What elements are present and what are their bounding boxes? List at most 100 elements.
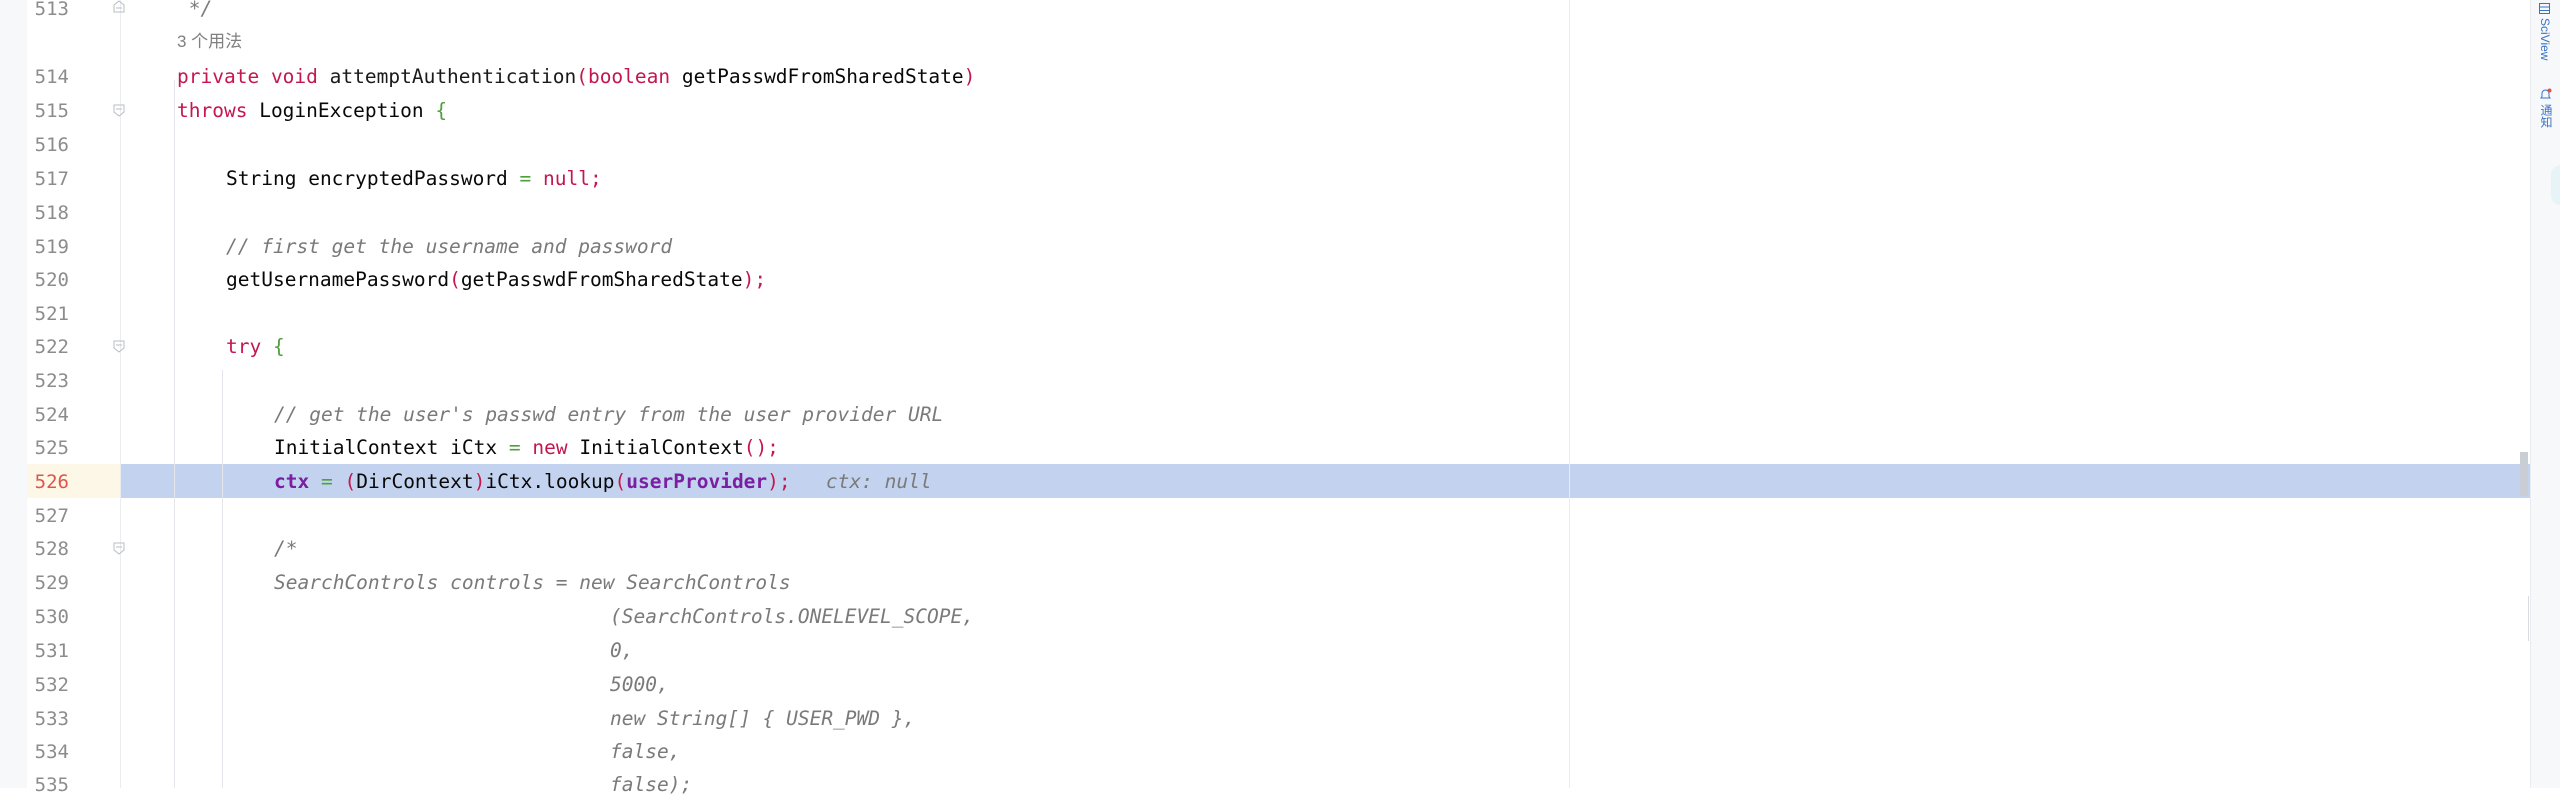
paren: ( <box>576 65 588 88</box>
line-number: 534 <box>34 741 69 763</box>
comment-text: // first get the username and password <box>226 235 673 258</box>
scrollbar-thumb[interactable] <box>2520 452 2528 496</box>
right-margin-guide <box>1569 0 1570 788</box>
code-line-529[interactable]: SearchControls controls = new SearchCont… <box>274 566 791 600</box>
code-line-528[interactable]: /* <box>274 532 297 566</box>
operator: = <box>519 167 532 190</box>
line-number: 522 <box>34 336 69 358</box>
paren: (); <box>743 436 779 459</box>
table-icon[interactable] <box>2539 3 2550 14</box>
line-number: 514 <box>34 66 69 88</box>
line-number: 520 <box>34 269 69 291</box>
paren: ); <box>742 268 767 291</box>
notifications-tab[interactable]: 通知 <box>2538 104 2555 128</box>
debug-inline-value: ctx: null <box>825 470 932 493</box>
gutter-separator <box>120 0 121 788</box>
line-number: 518 <box>34 202 69 224</box>
keyword: try <box>226 335 262 358</box>
line-number: 516 <box>34 134 69 156</box>
code-line-519[interactable]: // first get the username and password <box>226 230 672 264</box>
fold-end-icon[interactable] <box>113 0 125 13</box>
code-line-525[interactable]: InitialContext iCtx = new InitialContext… <box>274 431 779 465</box>
code-line-517[interactable]: String encryptedPassword = null; <box>226 162 602 196</box>
operator: = <box>320 470 333 493</box>
paren: ( <box>449 268 461 291</box>
line-number: 521 <box>34 303 69 325</box>
line-number: 535 <box>34 774 69 796</box>
code-line-530[interactable]: (SearchControls.ONELEVEL_SCOPE, <box>610 600 974 634</box>
bell-icon[interactable] <box>2539 88 2552 101</box>
code-line-535[interactable]: false); <box>610 768 692 802</box>
right-tool-stripe: SciView 通知 <box>2530 0 2560 788</box>
brace: { <box>435 99 448 122</box>
paren: ); <box>767 470 791 493</box>
fold-start-icon[interactable] <box>113 542 125 555</box>
variable: encryptedPassword <box>308 167 508 190</box>
code-line-531[interactable]: 0, <box>610 634 633 668</box>
brace: { <box>272 335 285 358</box>
code-line-532[interactable]: 5000, <box>610 668 669 702</box>
line-number: 532 <box>34 674 69 696</box>
code-line-534[interactable]: false, <box>610 735 680 769</box>
line-number: 523 <box>34 370 69 392</box>
paren: ( <box>344 470 357 493</box>
line-number-current: 526 <box>34 471 69 493</box>
method-name: attemptAuthentication <box>329 65 577 88</box>
parameter: getPasswdFromSharedState <box>681 65 964 88</box>
field: userProvider <box>626 470 768 493</box>
scrollbar-marker <box>2528 596 2529 641</box>
field: ctx <box>274 470 310 493</box>
comment-text: */ <box>177 0 213 20</box>
variable: iCtx <box>450 436 498 459</box>
indent-guide <box>174 80 175 788</box>
line-number: 533 <box>34 708 69 730</box>
line-number: 515 <box>34 100 69 122</box>
operator: = <box>508 436 521 459</box>
line-number: 530 <box>34 606 69 628</box>
paren: ( <box>614 470 627 493</box>
comment-text: // get the user's passwd entry from the … <box>274 403 944 426</box>
code-line-520[interactable]: getUsernamePassword(getPasswdFromSharedS… <box>226 263 766 297</box>
code-line-522[interactable]: try { <box>226 330 285 364</box>
editor-left-strip <box>0 0 27 788</box>
indent-guide <box>222 370 223 788</box>
line-number: 531 <box>34 640 69 662</box>
line-number: 524 <box>34 404 69 426</box>
floating-assistant-button[interactable] <box>2551 165 2560 205</box>
code-line-526[interactable]: ctx = (DirContext)iCtx.lookup(userProvid… <box>274 465 932 499</box>
type-name: String <box>226 167 297 190</box>
keyword: private <box>177 65 260 88</box>
keyword: void <box>270 65 318 88</box>
code-line-524[interactable]: // get the user's passwd entry from the … <box>274 398 943 432</box>
line-number: 517 <box>34 168 69 190</box>
type-name: DirContext <box>356 470 474 493</box>
method-call: getUsernamePassword <box>226 268 450 291</box>
fold-start-icon[interactable] <box>113 340 125 353</box>
keyword: null; <box>543 167 602 190</box>
fold-start-icon[interactable] <box>113 104 125 117</box>
line-number: 528 <box>34 538 69 560</box>
line-number: 519 <box>34 236 69 258</box>
code-editor[interactable]: 513 514 515 516 517 518 519 520 521 522 … <box>0 0 2560 796</box>
type-name: InitialContext <box>274 436 439 459</box>
keyword: boolean <box>587 65 671 88</box>
line-number: 529 <box>34 572 69 594</box>
line-number: 525 <box>34 437 69 459</box>
paren: ) <box>473 470 486 493</box>
sciview-tab[interactable]: SciView <box>2538 18 2552 60</box>
argument: getPasswdFromSharedState <box>460 268 743 291</box>
code-line-515[interactable]: throws LoginException { <box>177 94 447 128</box>
code-line-514[interactable]: private void attemptAuthentication(boole… <box>177 60 975 94</box>
method-call: iCtx.lookup <box>485 470 615 493</box>
paren: ) <box>963 65 976 88</box>
keyword: new <box>532 436 568 459</box>
line-number: 527 <box>34 505 69 527</box>
line-number: 513 <box>34 0 69 20</box>
line-number-gutter: 513 514 515 516 517 518 519 520 521 522 … <box>27 0 125 796</box>
constructor: InitialContext <box>579 436 744 459</box>
type-name: LoginException <box>259 99 424 122</box>
keyword: throws <box>177 99 248 122</box>
usage-hint[interactable]: 3 个用法 <box>177 27 242 52</box>
code-line-533[interactable]: new String[] { USER_PWD }, <box>610 702 915 736</box>
code-line-513[interactable]: */ <box>177 0 213 26</box>
